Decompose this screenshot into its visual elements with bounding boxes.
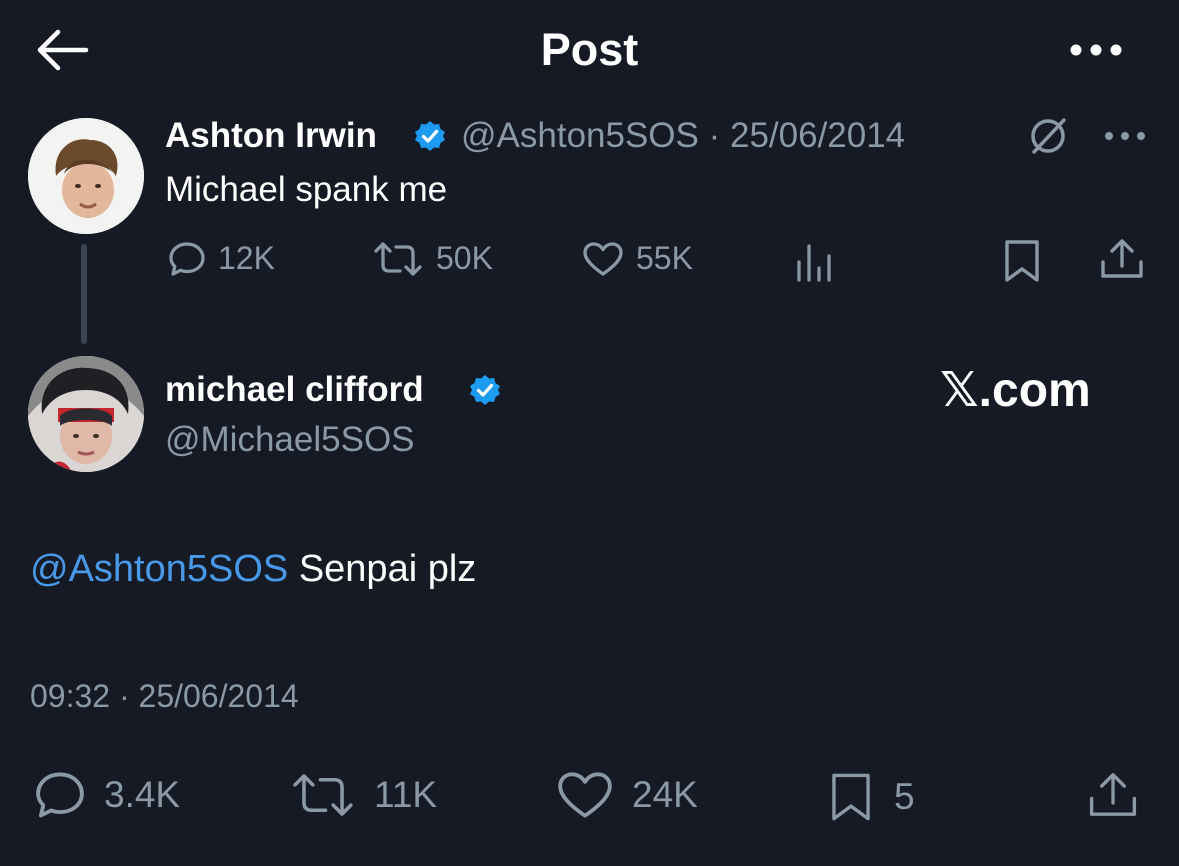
retweet-icon [293,774,353,816]
bookmark-button[interactable] [1000,238,1044,284]
avatar-image [28,356,144,472]
bookmark-icon [1005,240,1039,282]
more-horizontal-icon [1070,44,1122,56]
grok-icon[interactable] [1024,116,1074,156]
like-count: 55K [636,240,693,276]
bookmark-count: 5 [894,776,915,817]
reply-icon [169,241,205,276]
thread-connector [81,244,87,344]
tweet-text-body: Senpai plz [288,548,477,590]
bookmark-icon [832,773,870,821]
views-button[interactable] [793,240,835,284]
bookmark-button[interactable]: 5 [826,770,915,824]
share-button[interactable] [1086,768,1140,822]
like-button[interactable]: 55K [582,240,693,277]
tweet-timestamp: 09:32 · 25/06/2014 [30,678,299,714]
avatar-image [28,118,144,234]
analytics-icon [797,244,831,282]
heart-icon [583,241,623,276]
more-options-button[interactable] [1068,40,1124,60]
avatar-ashton[interactable] [28,118,144,234]
author-name[interactable]: michael clifford [165,370,424,410]
retweet-button[interactable]: 50K [372,240,493,277]
reply-button[interactable]: 3.4K [34,770,180,820]
reply-count: 12K [218,240,275,276]
share-button[interactable] [1098,236,1146,282]
author-name[interactable]: Ashton Irwin [165,116,377,156]
heart-icon [558,772,612,818]
verified-badge-icon [469,374,501,406]
retweet-count: 50K [436,240,493,276]
more-horizontal-icon [1105,132,1145,140]
page-title: Post [540,24,639,75]
avatar-michael[interactable] [28,356,144,472]
like-button[interactable]: 24K [556,770,698,820]
verified-badge-icon [414,120,446,152]
tweet-text: Michael spank me [165,170,448,209]
tweet-more-button[interactable] [1103,126,1147,146]
retweet-button[interactable]: 11K [290,770,437,820]
reply-count: 3.4K [104,774,181,815]
mention-link[interactable]: @Ashton5SOS [30,548,288,590]
tweet-text: @Ashton5SOS Senpai plz [30,548,476,591]
reply-icon [36,772,84,818]
share-icon [1089,773,1137,816]
like-count: 24K [632,774,698,815]
retweet-icon [374,241,422,276]
author-handle-date[interactable]: @Ashton5SOS · 25/06/2014 [461,116,905,156]
reply-button[interactable]: 12K [168,240,275,277]
share-icon [1101,239,1143,278]
xcom-watermark: 𝕏.com [940,364,1091,417]
retweet-count: 11K [374,774,438,815]
author-handle[interactable]: @Michael5SOS [165,420,415,460]
